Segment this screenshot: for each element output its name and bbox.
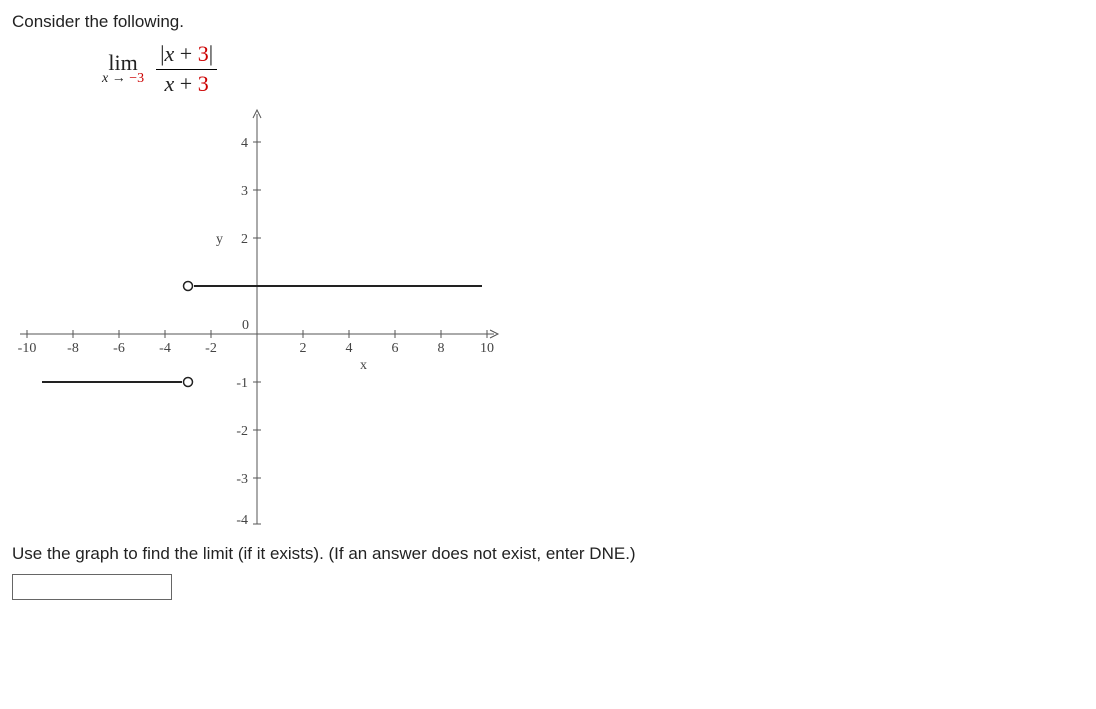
x-tick-label: 0 <box>242 318 249 333</box>
num-abs-close: | <box>209 41 213 66</box>
y-tick-label: 3 <box>241 184 248 199</box>
lim-operator: lim x → −3 <box>102 52 144 86</box>
x-tick-label: 4 <box>346 341 353 356</box>
x-tick-label: -6 <box>113 341 125 356</box>
x-tick-label: 8 <box>438 341 445 356</box>
den-x: x <box>165 71 175 96</box>
y-tick-label: -1 <box>236 376 248 391</box>
fraction-numerator: |x + 3| <box>156 40 217 70</box>
lim-sub-arrow: → <box>108 71 129 86</box>
num-op: + <box>174 41 197 66</box>
open-circle-left <box>184 378 193 387</box>
limit-expression: lim x → −3 |x + 3| x + 3 <box>102 40 1084 98</box>
y-tick-label: 2 <box>241 232 248 247</box>
num-x: x <box>165 41 175 66</box>
y-axis-label: y <box>216 232 223 247</box>
instruction-text: Use the graph to find the limit (if it e… <box>12 544 1084 564</box>
x-tick-label: 10 <box>480 341 494 356</box>
x-tick-label: 2 <box>300 341 307 356</box>
num-three: 3 <box>198 41 209 66</box>
lim-subscript: x → −3 <box>102 72 144 86</box>
y-tick-label: -2 <box>236 424 248 439</box>
y-tick-label: -3 <box>236 472 248 487</box>
x-tick-label: -4 <box>159 341 171 356</box>
intro-text: Consider the following. <box>12 12 1084 32</box>
open-circle-right <box>184 282 193 291</box>
x-tick-label: -8 <box>67 341 79 356</box>
x-tick-label: -10 <box>18 341 37 356</box>
fraction-denominator: x + 3 <box>161 70 213 99</box>
den-op: + <box>174 71 197 96</box>
x-tick-label: -2 <box>205 341 217 356</box>
lim-sub-target: −3 <box>129 71 144 86</box>
graph-plot: -10 -8 -6 -4 -2 0 2 4 6 8 10 x 4 3 2 <box>12 104 502 534</box>
den-three: 3 <box>198 71 209 96</box>
x-axis-label: x <box>360 358 367 373</box>
answer-input[interactable] <box>12 574 172 600</box>
y-tick-label: -4 <box>236 513 248 528</box>
x-tick-label: 6 <box>392 341 399 356</box>
fraction: |x + 3| x + 3 <box>156 40 217 98</box>
y-tick-label: 4 <box>241 136 248 151</box>
